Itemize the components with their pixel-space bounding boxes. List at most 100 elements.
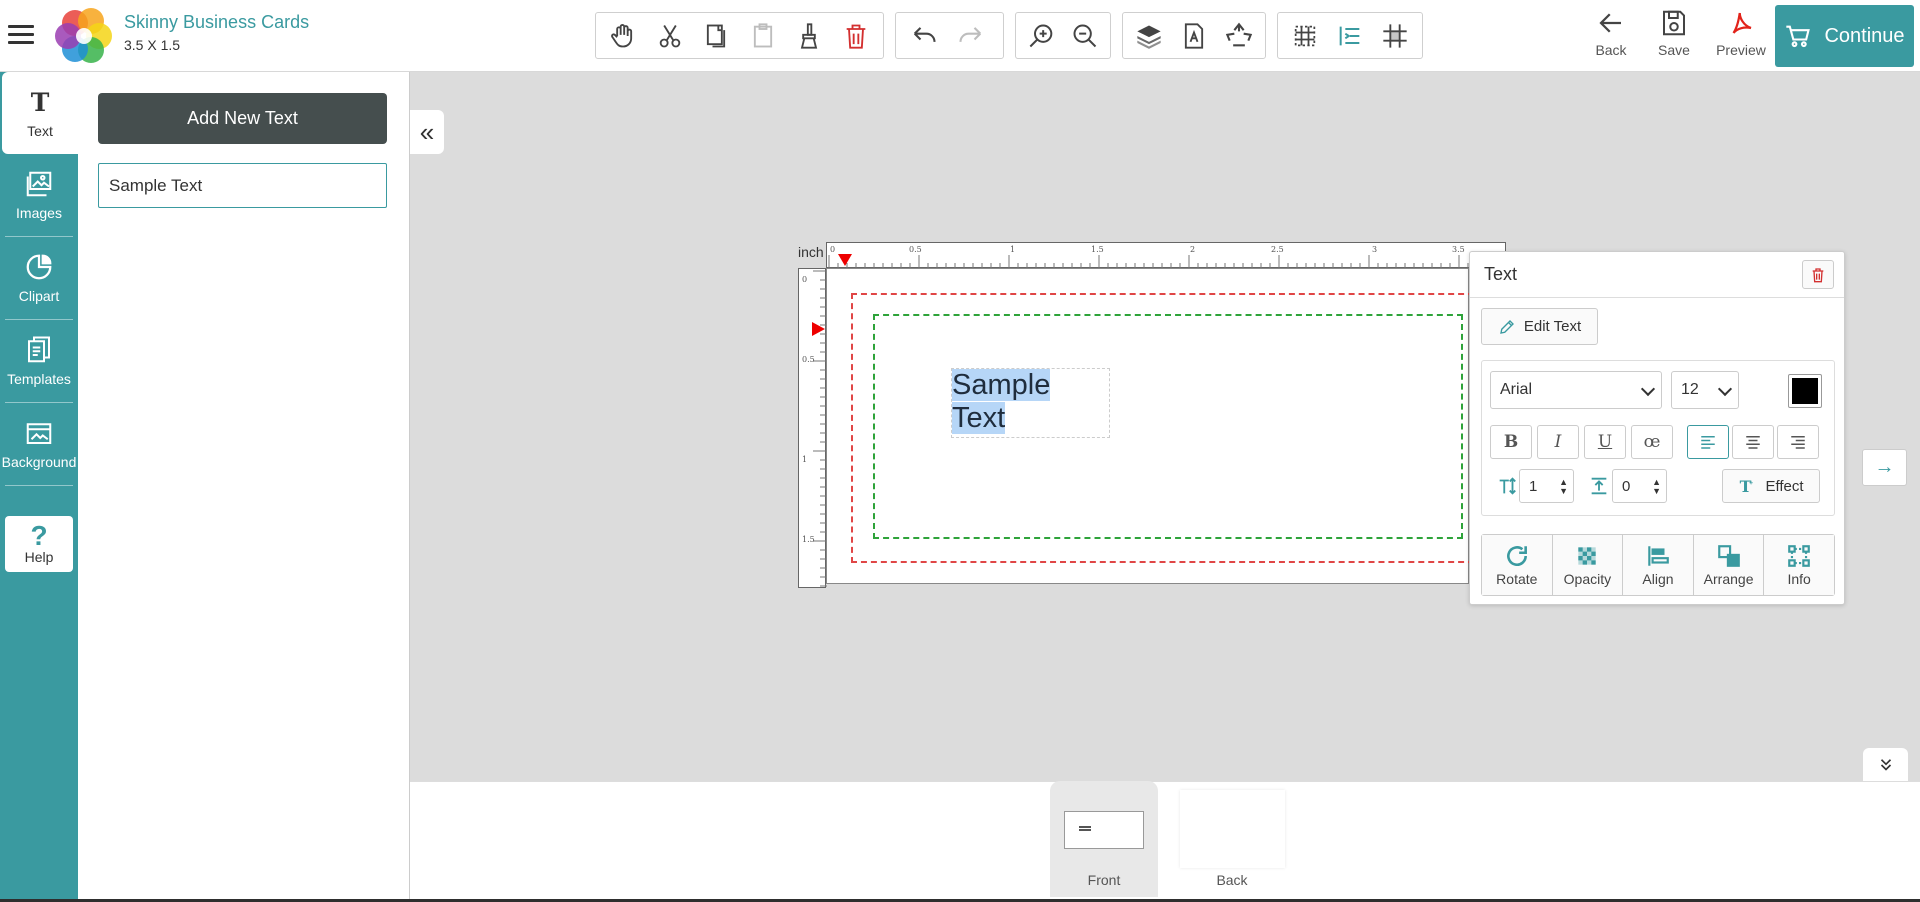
text-properties-panel: Text Edit Text Arial 12 B I U œ 1 ▲ ▼ 0 … — [1469, 251, 1845, 605]
next-arrow-button[interactable]: → — [1862, 449, 1907, 486]
zoom-out-button[interactable] — [1063, 13, 1106, 58]
save-button[interactable]: Save — [1644, 8, 1704, 64]
toggle-pages-button[interactable] — [1863, 748, 1908, 781]
selected-text-object[interactable]: Sample Text — [951, 368, 1110, 438]
align-button[interactable]: Align — [1623, 535, 1694, 595]
grid-icon — [1294, 25, 1315, 46]
arrange-icon — [1717, 545, 1740, 567]
ruler-tick-label: 3.5 — [1452, 245, 1465, 254]
align-center-button[interactable] — [1732, 425, 1774, 459]
guides-toolbar — [1277, 12, 1423, 59]
sidebar-item-label: Text — [27, 123, 53, 139]
save-label: Save — [1658, 42, 1690, 58]
ruler-position-marker — [812, 322, 825, 336]
text-panel: Add New Text — [78, 72, 410, 902]
letter-spacing-value: 0 — [1622, 477, 1631, 495]
page-thumbnail-back[interactable] — [1180, 790, 1285, 868]
text-page-button[interactable] — [1172, 13, 1217, 58]
delete-object-button[interactable] — [1802, 260, 1834, 289]
chevron-down-icon — [1717, 381, 1733, 397]
ruler-tick-label: 0 — [830, 245, 836, 254]
letter-spacing-input[interactable]: 0 ▲ ▼ — [1612, 469, 1667, 503]
font-size-select[interactable]: 12 — [1671, 371, 1739, 409]
align-objects-icon — [1648, 546, 1669, 566]
text-effect-icon: T+ — [1740, 477, 1754, 496]
rotate-icon — [1506, 546, 1527, 567]
back-button[interactable]: Back — [1581, 8, 1641, 64]
sidebar-item-images[interactable]: Images — [0, 154, 78, 236]
layers-button[interactable] — [1127, 13, 1172, 58]
font-family-value: Arial — [1500, 381, 1533, 398]
ruler-tick-label: 2.5 — [1271, 245, 1284, 254]
sidebar-item-text[interactable]: T Text — [2, 72, 78, 154]
top-header: Skinny Business Cards 3.5 X 1.5 Back Sav… — [0, 0, 1920, 72]
indent-button[interactable] — [1327, 13, 1372, 58]
ligature-button[interactable]: œ — [1631, 425, 1673, 459]
line-height-icon — [1499, 477, 1516, 495]
underline-button[interactable]: U — [1584, 425, 1626, 459]
format-painter-button[interactable] — [786, 13, 833, 58]
pages-bar — [410, 781, 1920, 902]
ruler-tick-label: 1 — [802, 455, 808, 464]
ruler-left: 0 0.5 1 1.5 — [798, 268, 827, 588]
effect-button[interactable]: T + Effect — [1722, 469, 1820, 503]
preview-button[interactable]: Preview — [1711, 8, 1771, 64]
paste-icon — [753, 22, 772, 47]
trash-icon — [1812, 267, 1824, 282]
left-sidebar: T Text Images Clipart Templates Backgrou… — [0, 72, 78, 902]
pdf-icon — [1732, 12, 1752, 34]
text-content-input[interactable] — [98, 163, 387, 208]
text-color-swatch[interactable] — [1788, 374, 1822, 408]
text-icon: T — [31, 88, 50, 117]
zoom-in-icon — [1029, 24, 1052, 47]
sidebar-item-templates[interactable]: Templates — [0, 320, 78, 402]
opacity-button[interactable]: Opacity — [1552, 535, 1624, 595]
copy-button[interactable] — [693, 13, 740, 58]
paint-brush-icon — [801, 22, 818, 49]
delete-button[interactable] — [833, 13, 880, 58]
menu-icon[interactable] — [8, 20, 34, 48]
double-chevron-left-icon: « — [419, 116, 435, 147]
tool-label: Rotate — [1496, 571, 1538, 587]
ruler-top-ticks — [828, 255, 1505, 269]
redo-button[interactable] — [947, 13, 994, 58]
guides-icon — [1383, 23, 1407, 48]
collapse-panel-button[interactable]: « — [410, 110, 444, 154]
arrange-button[interactable]: Arrange — [1693, 535, 1765, 595]
align-center-icon — [1746, 436, 1760, 449]
hand-icon — [611, 23, 633, 47]
align-right-icon — [1791, 436, 1805, 449]
help-button[interactable]: ? Help — [5, 516, 73, 572]
paste-button[interactable] — [740, 13, 787, 58]
divider — [5, 485, 73, 486]
design-canvas[interactable]: Sample Text — [826, 268, 1484, 584]
templates-icon — [28, 336, 50, 363]
rotate-button[interactable]: Rotate — [1482, 535, 1553, 595]
grid-button[interactable] — [1282, 13, 1327, 58]
chevron-down-icon — [1640, 381, 1656, 397]
italic-button[interactable]: I — [1537, 425, 1579, 459]
undo-icon — [913, 26, 936, 42]
question-icon: ? — [30, 520, 48, 551]
divider — [1470, 297, 1844, 298]
zoom-in-button[interactable] — [1020, 13, 1063, 58]
recycle-button[interactable] — [1216, 13, 1261, 58]
align-right-button[interactable] — [1777, 425, 1819, 459]
page-thumbnail-front[interactable]: Front — [1050, 781, 1158, 897]
edit-text-button[interactable]: Edit Text — [1481, 308, 1598, 345]
svg-text:T: T — [31, 88, 50, 117]
font-family-select[interactable]: Arial — [1490, 371, 1662, 409]
sidebar-item-clipart[interactable]: Clipart — [0, 237, 78, 319]
recycle-icon — [1225, 22, 1252, 46]
add-new-text-button[interactable]: Add New Text — [98, 93, 387, 144]
guides-button[interactable] — [1373, 13, 1418, 58]
sidebar-item-background[interactable]: Background — [0, 403, 78, 485]
bold-button[interactable]: B — [1490, 425, 1532, 459]
continue-button[interactable]: Continue — [1775, 5, 1914, 67]
info-button[interactable]: Info — [1764, 535, 1834, 595]
hand-tool-button[interactable] — [600, 13, 647, 58]
undo-button[interactable] — [900, 13, 947, 58]
cut-button[interactable] — [647, 13, 694, 58]
line-height-input[interactable]: 1 ▲ ▼ — [1519, 469, 1574, 503]
align-left-button[interactable] — [1687, 425, 1729, 459]
